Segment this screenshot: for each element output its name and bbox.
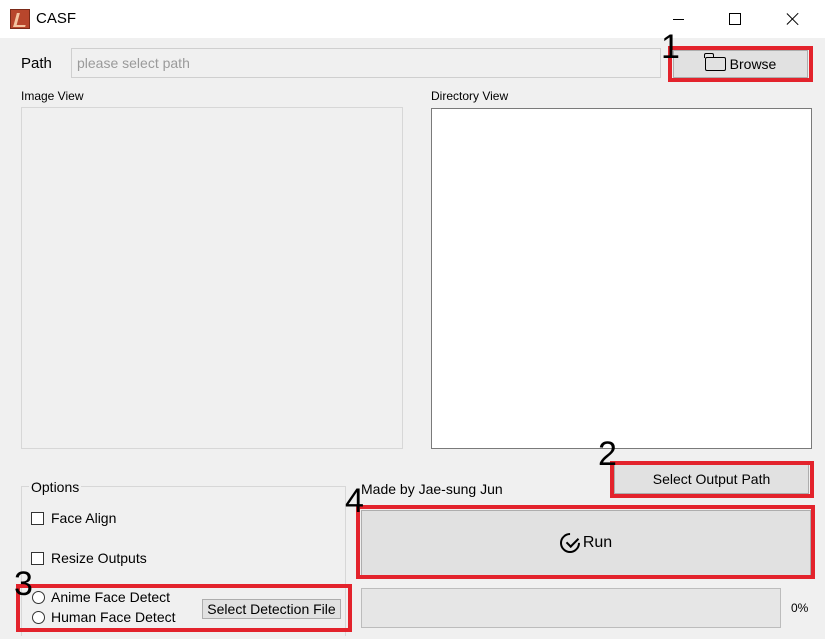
human-face-detect-radio[interactable]: Human Face Detect [32,609,176,625]
image-view-label: Image View [21,89,84,103]
run-button[interactable]: Run [361,510,811,576]
window-title: CASF [36,10,77,27]
folder-open-icon [704,53,726,71]
select-detection-file-button[interactable]: Select Detection File [202,599,341,619]
annotation-number-2: 2 [598,435,617,473]
annotation-number-1: 1 [661,28,680,66]
credits-label: Made by Jae-sung Jun [361,481,503,497]
progress-bar [361,588,781,628]
resize-outputs-label: Resize Outputs [51,550,147,566]
browse-button-label: Browse [729,56,777,72]
directory-view-panel[interactable] [431,108,812,449]
image-view-panel [21,107,403,449]
resize-outputs-checkbox-box[interactable] [31,551,44,565]
maximize-icon [729,13,741,25]
face-align-label: Face Align [51,510,117,526]
path-label: Path [21,55,52,72]
progress-percent-label: 0% [791,601,809,615]
run-button-label: Run [582,534,613,551]
directory-view-label: Directory View [431,89,509,103]
select-output-path-button[interactable]: Select Output Path [614,464,809,494]
check-circle-icon [555,528,584,558]
annotation-number-3: 3 [14,565,33,603]
close-button[interactable] [764,0,822,38]
anime-face-detect-radio-circle[interactable] [32,590,45,604]
human-face-detect-radio-circle[interactable] [32,610,45,624]
face-align-checkbox-box[interactable] [31,511,44,525]
maximize-button[interactable] [706,0,764,38]
minimize-icon [672,18,684,20]
options-title: Options [29,479,82,495]
face-align-checkbox[interactable]: Face Align [31,510,116,526]
path-input[interactable] [71,48,661,78]
casf-app-icon [10,9,30,29]
anime-face-detect-label: Anime Face Detect [51,589,171,605]
human-face-detect-label: Human Face Detect [51,609,176,625]
anime-face-detect-radio[interactable]: Anime Face Detect [32,589,170,605]
resize-outputs-checkbox[interactable]: Resize Outputs [31,550,147,566]
close-icon [786,12,800,26]
browse-button[interactable]: Browse [673,50,808,78]
annotation-number-4: 4 [345,482,364,520]
